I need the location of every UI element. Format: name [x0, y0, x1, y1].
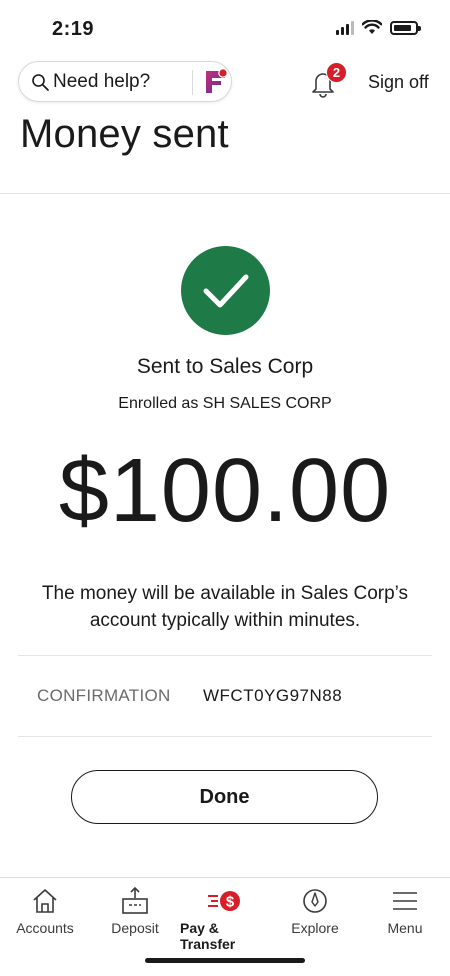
success-check-icon: [181, 246, 270, 335]
cellular-signal-icon: [336, 20, 354, 35]
fargo-assistant-icon[interactable]: [200, 67, 230, 97]
confirmation-divider-top: [18, 655, 432, 656]
availability-message: The money will be available in Sales Cor…: [41, 583, 409, 631]
search-icon: [32, 74, 49, 91]
compass-icon: [303, 889, 327, 913]
nav-item-deposit[interactable]: Deposit: [90, 878, 180, 948]
status-time: 2:19: [52, 18, 95, 40]
nav-label-deposit: Deposit: [111, 920, 159, 936]
nav-label-accounts: Accounts: [16, 920, 74, 936]
recipient-name: Sent to Sales Corp: [136, 355, 314, 378]
svg-text:$: $: [226, 894, 235, 911]
nav-item-explore[interactable]: Explore: [270, 878, 360, 948]
notification-count-badge: 2: [326, 62, 347, 83]
nav-item-pay-transfer[interactable]: $ Pay & Transfer: [180, 878, 270, 952]
header-divider: [0, 193, 450, 194]
pay-transfer-icon: $: [208, 891, 240, 911]
sign-off-link[interactable]: Sign off: [368, 72, 429, 93]
home-icon: [33, 889, 57, 913]
done-button[interactable]: Done: [71, 770, 378, 824]
nav-label-pay-transfer: Pay & Transfer: [180, 920, 236, 952]
hamburger-icon: [393, 892, 417, 910]
help-divider: [192, 70, 193, 95]
deposit-icon: [122, 886, 148, 914]
status-icons: [336, 20, 421, 35]
nav-item-accounts[interactable]: Accounts: [0, 878, 90, 948]
battery-icon: [390, 20, 421, 35]
enrolled-as-text: Enrolled as SH SALES CORP: [118, 395, 332, 412]
nav-label-explore: Explore: [291, 920, 339, 936]
confirmation-label: CONFIRMATION: [37, 686, 171, 705]
amount-sent: $100.00: [58, 441, 392, 541]
nav-item-menu[interactable]: Menu: [360, 878, 450, 948]
help-text: Need help?: [53, 71, 151, 92]
nav-label-menu: Menu: [387, 920, 423, 936]
wifi-icon: [362, 20, 382, 34]
page-title: Money sent: [20, 112, 229, 156]
confirmation-divider-bottom: [18, 736, 432, 737]
home-indicator[interactable]: [145, 958, 305, 963]
confirmation-number: WFCT0YG97N88: [203, 686, 343, 705]
help-search-button[interactable]: Need help?: [18, 61, 232, 102]
